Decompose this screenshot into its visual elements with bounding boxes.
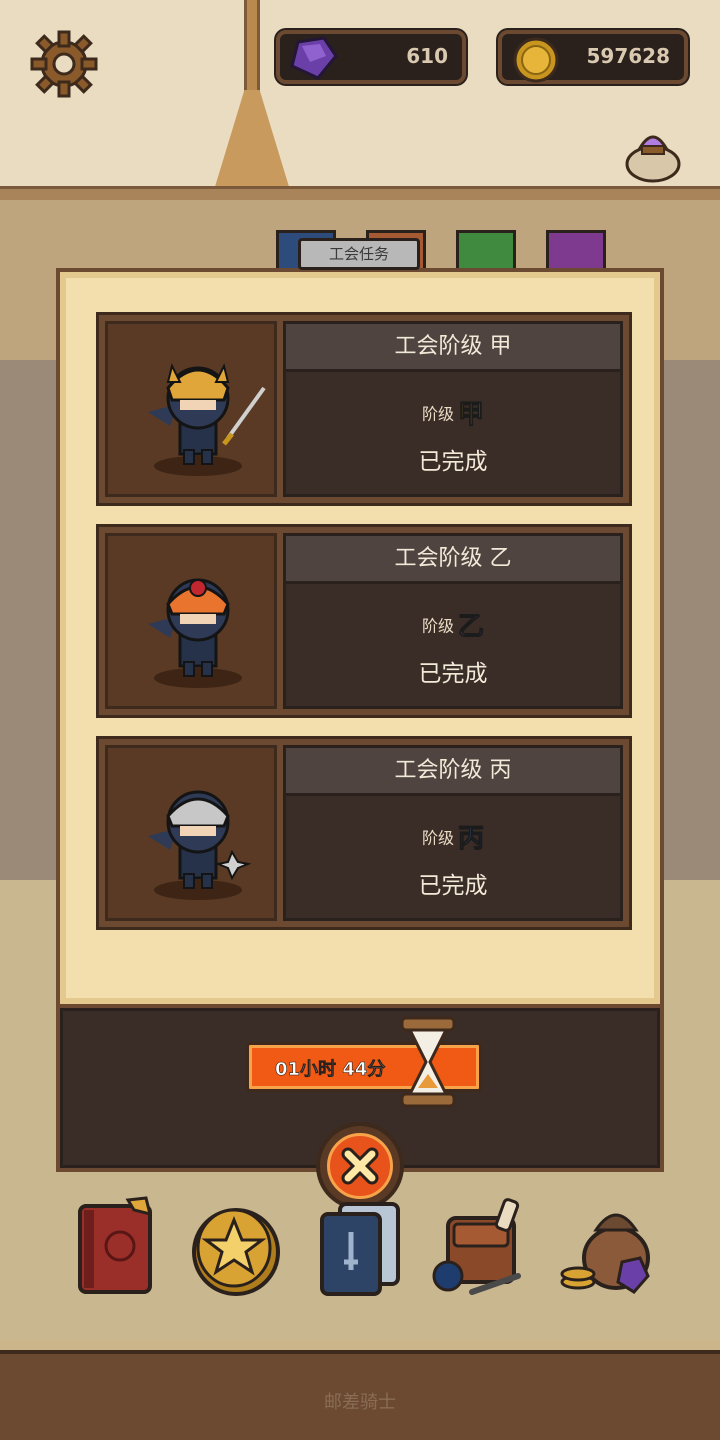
close-icon bbox=[341, 1147, 379, 1185]
card-rank: 阶级丙 bbox=[286, 818, 620, 855]
rank-glyph: 甲 bbox=[457, 400, 485, 431]
purple-gem-icon bbox=[290, 36, 338, 80]
card-rank: 阶级甲 bbox=[286, 394, 620, 431]
card-status: 已完成 bbox=[418, 449, 488, 475]
card-title: 工会阶级 甲 bbox=[286, 324, 620, 372]
settings-gear-icon[interactable] bbox=[30, 30, 98, 98]
card-info: 工会阶级 乙 阶级乙 已完成 bbox=[283, 533, 623, 709]
backpack-icon[interactable] bbox=[432, 1196, 528, 1300]
rank-label: 阶级 bbox=[421, 616, 454, 636]
guild-rank-card-2[interactable]: 工会阶级 乙 阶级乙 已完成 bbox=[96, 524, 632, 718]
footer-title: 邮差骑士 bbox=[324, 1392, 396, 1413]
treasure-bag-icon[interactable] bbox=[560, 1196, 656, 1300]
ninja-portrait bbox=[105, 533, 277, 709]
loot-bag-icon[interactable] bbox=[622, 122, 684, 184]
ninja-character-icon bbox=[148, 363, 266, 476]
gem-counter[interactable]: 610 bbox=[276, 30, 466, 84]
coin-count: 597628 bbox=[586, 44, 671, 68]
close-button-face[interactable] bbox=[327, 1133, 393, 1199]
rank-label: 阶级 bbox=[421, 828, 454, 848]
ninja-character-icon bbox=[148, 578, 242, 688]
guild-quest-panel: 工会阶级 甲 阶级甲 已完成 工会阶级 乙 阶级乙 已完成 工会阶级 丙 阶级 … bbox=[56, 268, 664, 1008]
rank-label: 阶级 bbox=[421, 404, 454, 424]
ninja-character-icon bbox=[148, 790, 252, 900]
gold-coin-icon bbox=[513, 37, 559, 83]
background-beam bbox=[0, 186, 720, 200]
card-status: 已完成 bbox=[418, 873, 488, 899]
card-info: 工会阶级 甲 阶级甲 已完成 bbox=[283, 321, 623, 497]
card-info: 工会阶级 丙 阶级丙 已完成 bbox=[283, 745, 623, 921]
guild-rank-card-3[interactable]: 工会阶级 丙 阶级丙 已完成 bbox=[96, 736, 632, 930]
card-status: 已完成 bbox=[418, 661, 488, 687]
coin-counter[interactable]: 597628 bbox=[498, 30, 688, 84]
panel-title: 工会任务 bbox=[298, 238, 420, 270]
rank-glyph: 丙 bbox=[457, 824, 485, 855]
timer-text: 01小时 44分 bbox=[275, 1059, 386, 1081]
rank-glyph: 乙 bbox=[457, 612, 485, 643]
book-icon[interactable] bbox=[70, 1196, 166, 1300]
ninja-portrait bbox=[105, 745, 277, 921]
ninja-portrait bbox=[105, 321, 277, 497]
star-coin-icon[interactable] bbox=[188, 1196, 284, 1300]
guild-rank-card-1[interactable]: 工会阶级 甲 阶级甲 已完成 bbox=[96, 312, 632, 506]
card-rank: 阶级乙 bbox=[286, 606, 620, 643]
card-title: 工会阶级 丙 bbox=[286, 748, 620, 796]
cards-icon[interactable] bbox=[314, 1196, 410, 1300]
hourglass-icon bbox=[400, 1016, 456, 1108]
gem-count: 610 bbox=[406, 44, 448, 68]
card-title: 工会阶级 乙 bbox=[286, 536, 620, 584]
